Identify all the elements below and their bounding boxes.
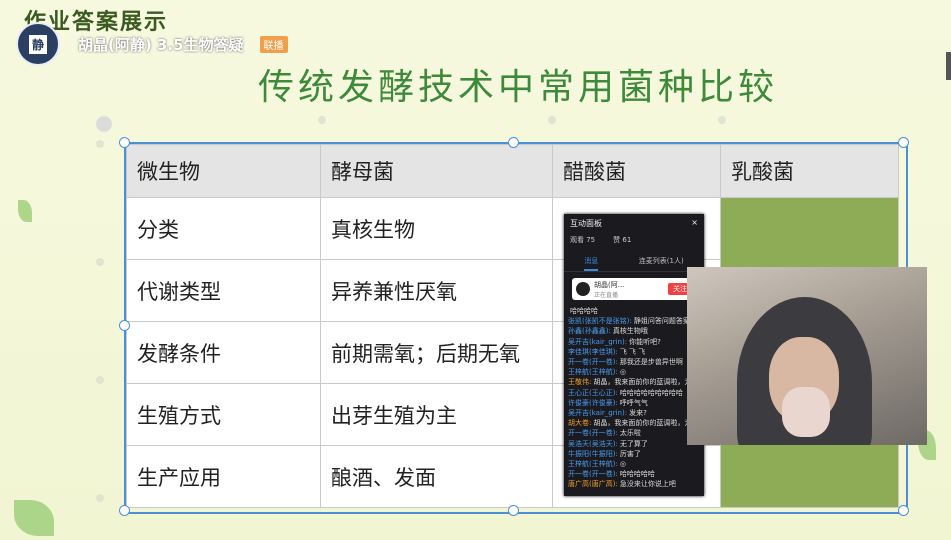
message-text: 太乐啦: [619, 429, 641, 438]
list-item: 牛振阳(牛振阳): 厉害了: [564, 449, 704, 459]
message-text: 胡晶，我来面前你的蓝调啦，为你: [593, 419, 699, 428]
decor-leaf: [18, 200, 32, 222]
message-user[interactable]: 孙鑫(孙鑫鑫):: [568, 327, 611, 335]
message-user[interactable]: 开一卷(开一卷):: [568, 358, 618, 366]
placeholder-dot: [318, 116, 326, 124]
list-item: 张凯(张凯不是张铭): 静姐问答问题答案老师: [564, 316, 704, 326]
message-text: ◎: [619, 368, 626, 377]
tab-messages[interactable]: 消息: [584, 253, 599, 271]
message-user[interactable]: 牛振阳(牛振阳):: [568, 450, 618, 458]
host-card-name: 胡晶(阿...: [594, 280, 625, 289]
side-toolbar-handle[interactable]: [946, 52, 951, 80]
message-list[interactable]: 哈哈哈哈 张凯(张凯不是张铭): 静姐问答问题答案老师 孙鑫(孙鑫鑫): 真核生物哦 吴开…: [564, 306, 704, 490]
message-text: 发来?: [629, 409, 647, 418]
presenter-name: 胡晶(阿静) 3.5生物答疑: [78, 35, 244, 54]
message-user[interactable]: 吴开吉(kair_grin):: [568, 338, 627, 346]
message-user[interactable]: 李佳琪(李佳琪):: [568, 348, 618, 356]
host-card: 胡晶(阿... 正在直播 关注: [572, 278, 696, 300]
live-badge: 联播: [259, 35, 288, 53]
message-text: 哈哈哈哈: [570, 307, 598, 315]
webcam-video[interactable]: [687, 267, 927, 445]
list-item: 王敬伟: 胡晶，我来面前你的蓝调啦，为你: [564, 377, 704, 387]
message-user[interactable]: 王梓航(王梓航):: [568, 460, 618, 468]
list-item: 开一卷(开一卷): 那我还是步兽异世啊: [564, 357, 704, 367]
list-item: 哈哈哈哈: [564, 306, 704, 316]
message-text: 那我还是步兽异世啊: [619, 358, 683, 367]
message-text: 真核生物哦: [612, 327, 648, 336]
message-user[interactable]: 王梓航(王梓航):: [568, 368, 618, 376]
list-item: 开一卷(开一卷): 太乐啦: [564, 428, 704, 438]
panel-stats: 观看 75 赞 61: [564, 233, 704, 247]
message-user[interactable]: 胡大卷:: [568, 419, 591, 427]
message-text: 急没来让你说上吧: [619, 480, 676, 489]
message-user[interactable]: 吴开吉(kair_grin):: [568, 409, 627, 417]
close-icon[interactable]: ×: [691, 218, 698, 229]
viewer-count: 观看 75: [570, 236, 596, 244]
message-text: 厉害了: [619, 449, 641, 458]
panel-tabs: 消息 连麦列表(1人): [564, 253, 704, 272]
message-user[interactable]: 开一卷(开一卷):: [568, 470, 618, 478]
placeholder-dot: [96, 140, 104, 148]
message-user[interactable]: 唐广高(唐广高):: [568, 480, 618, 488]
message-user[interactable]: 许俊豪(许俊豪):: [568, 399, 618, 407]
presenter-info: 静 胡晶(阿静) 3.5生物答疑 联播: [16, 22, 288, 66]
list-item: 孙鑫(孙鑫鑫): 真核生物哦: [564, 326, 704, 336]
list-item: 王梓航(王梓航): ◎: [564, 367, 704, 377]
placeholder-dot: [96, 258, 104, 266]
message-user[interactable]: 王敬伟:: [568, 378, 591, 386]
message-user[interactable]: 开一卷(开一卷):: [568, 429, 618, 437]
list-item: 王心正(王心正): 哈哈哈哈哈哈哈哈哈: [564, 388, 704, 398]
message-text: 胡晶，我来面前你的蓝调啦，为你: [593, 378, 699, 387]
list-item: 李佳琪(李佳琪): 飞 飞 飞: [564, 347, 704, 357]
resize-handle[interactable]: [508, 505, 519, 516]
resize-handle[interactable]: [898, 505, 909, 516]
host-avatar-icon: [576, 282, 590, 296]
message-text: 无了算了: [619, 439, 648, 448]
tab-mic-list[interactable]: 连麦列表(1人): [639, 253, 684, 271]
list-item: 吴开吉(kair_grin): 发来?: [564, 408, 704, 418]
message-user[interactable]: 张凯(张凯不是张铭):: [568, 317, 632, 325]
decor-leaf: [14, 500, 54, 536]
placeholder-dot: [548, 116, 556, 124]
resize-handle[interactable]: [898, 137, 909, 148]
message-text: 哈哈哈哈哈哈哈哈哈: [619, 388, 683, 397]
resize-handle[interactable]: [119, 505, 130, 516]
list-item: 开一卷(开一卷): 哈哈哈哈哈: [564, 469, 704, 479]
resize-handle[interactable]: [119, 320, 130, 331]
host-card-status: 正在直播: [594, 291, 619, 299]
list-item: 唐广高(唐广高): 急没来让你说上吧: [564, 479, 704, 489]
panel-title: 互动面板: [570, 219, 602, 228]
page-title: 传统发酵技术中常用菌种比较: [258, 67, 779, 108]
panel-header: 互动面板 ×: [564, 214, 704, 233]
placeholder-dot: [96, 116, 112, 132]
interaction-panel[interactable]: 互动面板 × 观看 75 赞 61 消息 连麦列表(1人) 胡晶(阿... 正在…: [564, 214, 704, 496]
message-text: 哈哈哈哈哈: [619, 470, 655, 479]
resize-handle[interactable]: [508, 137, 519, 148]
resize-handle[interactable]: [119, 137, 130, 148]
list-item: 许俊豪(许俊豪): 呼呼气气: [564, 398, 704, 408]
message-text: 呼呼气气: [619, 398, 648, 407]
message-user[interactable]: 吴浩天(吴浩天):: [568, 440, 618, 448]
message-text: 飞 飞 飞: [619, 347, 646, 356]
avatar[interactable]: 静: [16, 22, 60, 66]
like-count: 赞 61: [613, 236, 632, 244]
message-text: ◎: [619, 460, 626, 469]
list-item: 王梓航(王梓航): ◎: [564, 459, 704, 469]
placeholder-dot: [96, 376, 104, 384]
message-text: 你能听吧?: [629, 337, 661, 346]
video-hand: [782, 387, 830, 437]
list-item: 胡大卷: 胡晶，我来面前你的蓝调啦，为你: [564, 418, 704, 428]
list-item: 吴开吉(kair_grin): 你能听吧?: [564, 337, 704, 347]
message-user[interactable]: 王心正(王心正):: [568, 389, 618, 397]
avatar-char: 静: [28, 34, 47, 54]
placeholder-dot: [718, 116, 726, 124]
list-item: 吴浩天(吴浩天): 无了算了: [564, 439, 704, 449]
placeholder-dot: [96, 494, 104, 502]
